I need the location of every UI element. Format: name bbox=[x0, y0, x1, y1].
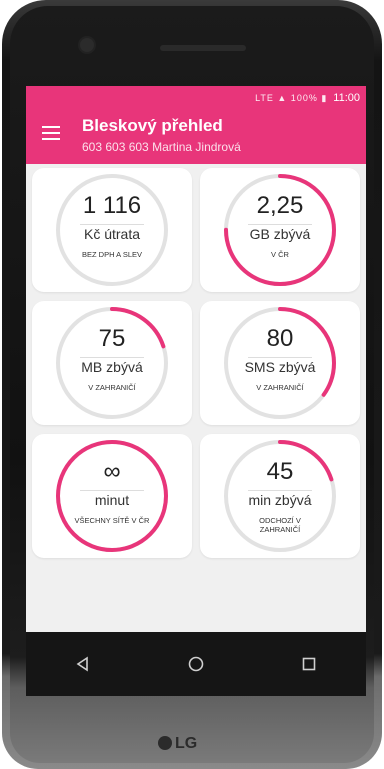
recents-square-icon bbox=[303, 657, 316, 671]
usage-value: 75 bbox=[98, 325, 126, 352]
usage-unit: MB zbývá bbox=[81, 359, 143, 375]
usage-unit: minut bbox=[94, 492, 130, 508]
usage-value: 2,25 bbox=[256, 192, 304, 219]
earpiece-speaker bbox=[160, 45, 246, 51]
divider bbox=[248, 357, 312, 358]
app-bar: Bleskový přehled 603 603 603 Martina Jin… bbox=[26, 110, 366, 164]
usage-note: ODCHOZÍ V ZAHRANIČÍ bbox=[259, 516, 301, 534]
lg-logo: LG bbox=[158, 735, 228, 753]
home-button[interactable] bbox=[176, 644, 216, 684]
front-camera bbox=[80, 38, 94, 52]
usage-unit: GB zbývá bbox=[249, 226, 311, 242]
page-subtitle: 603 603 603 Martina Jindrová bbox=[82, 140, 241, 154]
back-triangle-icon bbox=[76, 656, 88, 672]
divider bbox=[80, 224, 144, 225]
status-time: 11:00 bbox=[333, 92, 360, 104]
navigation-bar bbox=[26, 632, 366, 696]
usage-value: 1 116 bbox=[82, 192, 142, 219]
usage-tile-spending[interactable]: 1 116 Kč útrata BEZ DPH A SLEV bbox=[32, 168, 192, 292]
divider bbox=[248, 224, 312, 225]
usage-note: BEZ DPH A SLEV bbox=[81, 250, 143, 259]
status-bar: LTE ▲ 100% ▮ 11:00 bbox=[26, 86, 366, 110]
page-title: Bleskový přehled bbox=[82, 116, 223, 135]
usage-note: V ZAHRANIČÍ bbox=[256, 383, 304, 392]
status-icons: LTE ▲ 100% ▮ bbox=[255, 92, 328, 103]
divider bbox=[80, 490, 144, 491]
usage-tile-minutes[interactable]: ∞ minut VŠECHNY SÍTĚ V ČR bbox=[32, 434, 192, 558]
home-circle-icon bbox=[188, 656, 204, 672]
usage-note: V ČR bbox=[271, 250, 289, 259]
usage-tile-roaming-sms[interactable]: 80 SMS zbývá V ZAHRANIČÍ bbox=[200, 301, 360, 425]
brand-logo-text: LG bbox=[175, 735, 198, 752]
usage-tile-roaming-data[interactable]: 75 MB zbývá V ZAHRANIČÍ bbox=[32, 301, 192, 425]
hamburger-menu-icon[interactable] bbox=[42, 126, 60, 140]
screen: LTE ▲ 100% ▮ 11:00 Bleskový přehled 603 … bbox=[26, 86, 366, 696]
back-button[interactable] bbox=[63, 644, 103, 684]
usage-unit: SMS zbývá bbox=[244, 359, 316, 375]
usage-value: ∞ bbox=[103, 458, 121, 485]
lg-logo-icon bbox=[158, 736, 172, 750]
usage-note: VŠECHNY SÍTĚ V ČR bbox=[74, 516, 150, 525]
usage-value: 80 bbox=[266, 325, 294, 352]
usage-value: 45 bbox=[266, 458, 294, 485]
usage-tile-data[interactable]: 2,25 GB zbývá V ČR bbox=[200, 168, 360, 292]
usage-note: V ZAHRANIČÍ bbox=[88, 383, 136, 392]
usage-unit: Kč útrata bbox=[83, 226, 141, 242]
divider bbox=[80, 357, 144, 358]
usage-tile-roaming-minutes[interactable]: 45 min zbývá ODCHOZÍ V ZAHRANIČÍ bbox=[200, 434, 360, 558]
usage-grid: 1 116 Kč útrata BEZ DPH A SLEV 2,25 GB z… bbox=[32, 168, 360, 558]
usage-unit: min zbývá bbox=[248, 492, 312, 508]
divider bbox=[248, 490, 312, 491]
recents-button[interactable] bbox=[289, 644, 329, 684]
